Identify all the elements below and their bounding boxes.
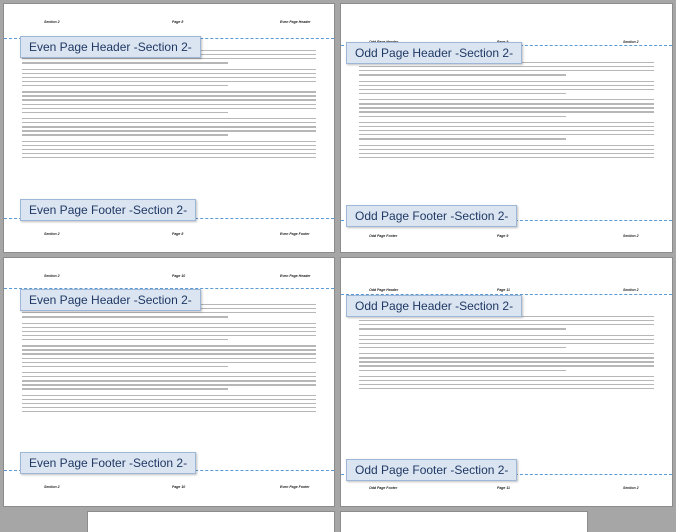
footer-center-text: Page 11	[497, 486, 510, 490]
header-right-text: Even Page Header	[280, 20, 311, 24]
footer-left-text: Odd Page Footer	[369, 234, 398, 238]
footer-section-tag[interactable]: Odd Page Footer -Section 2-	[346, 459, 518, 481]
header-left-text: Section 2	[44, 20, 60, 24]
footer-left-text: Section 2	[44, 485, 60, 489]
footer-center-text: Page 9	[497, 234, 509, 238]
header-section-tag[interactable]: Odd Page Header -Section 2-	[346, 42, 523, 64]
header-right-text: Section 2	[623, 40, 639, 44]
header-left-text: Odd Page Header	[369, 288, 399, 292]
footer-center-text: Page 8	[172, 232, 184, 236]
header-left-text: Section 2	[44, 274, 60, 278]
document-page-partial[interactable]	[88, 512, 334, 532]
footer-right-text: Even Page Footer	[280, 485, 310, 489]
footer-right-text: Even Page Footer	[280, 232, 310, 236]
header-center-text: Page 11	[497, 288, 510, 292]
body-text-block	[22, 304, 316, 415]
footer-section-tag[interactable]: Even Page Footer -Section 2-	[20, 452, 197, 474]
header-section-tag[interactable]: Even Page Header -Section 2-	[20, 36, 201, 58]
footer-right-text: Section 2	[623, 234, 639, 238]
footer-left-text: Section 2	[44, 232, 60, 236]
header-right-text: Section 2	[623, 288, 639, 292]
footer-center-text: Page 10	[172, 485, 186, 489]
header-center-text: Page 10	[172, 274, 186, 278]
header-center-text: Page 8	[172, 20, 184, 24]
header-right-text: Even Page Header	[280, 274, 311, 278]
body-text-block	[359, 316, 654, 392]
header-section-tag[interactable]: Odd Page Header -Section 2-	[346, 295, 523, 317]
footer-left-text: Odd Page Footer	[369, 486, 398, 490]
footer-section-tag[interactable]: Odd Page Footer -Section 2-	[346, 205, 518, 227]
footer-section-tag[interactable]: Even Page Footer -Section 2-	[20, 199, 197, 221]
header-section-tag[interactable]: Even Page Header -Section 2-	[20, 289, 201, 311]
document-page-partial[interactable]	[341, 512, 587, 532]
body-text-block	[359, 62, 654, 161]
body-text-block	[22, 50, 316, 161]
footer-right-text: Section 2	[623, 486, 639, 490]
